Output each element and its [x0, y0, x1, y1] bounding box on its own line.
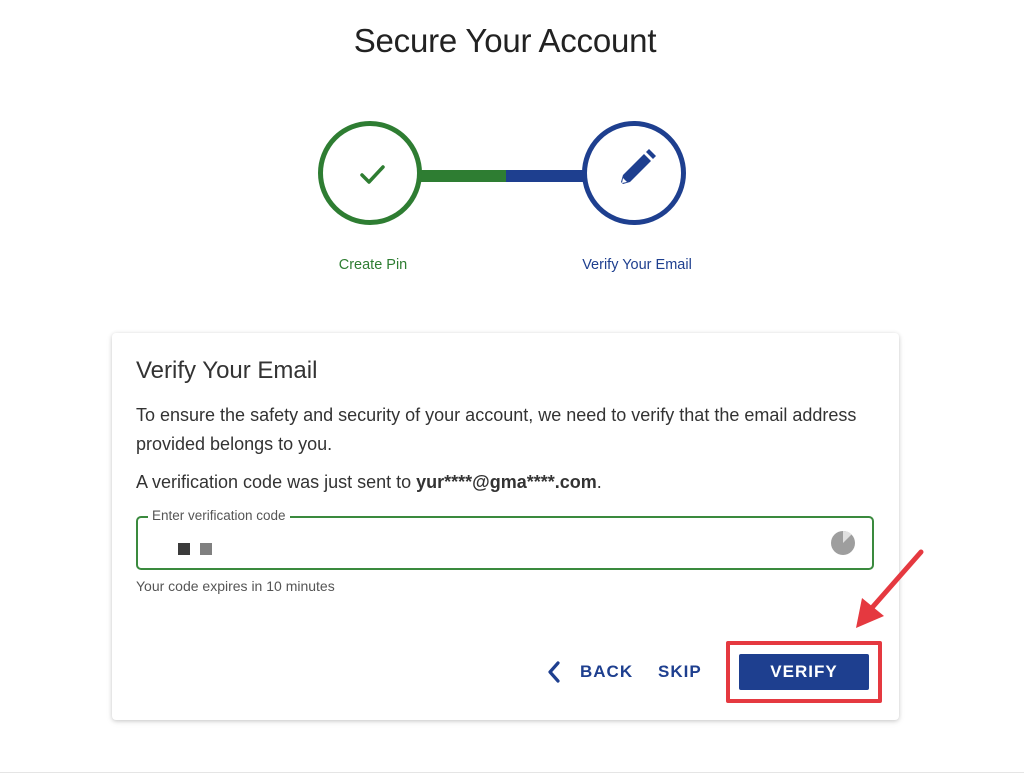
pencil-icon [621, 149, 656, 184]
card-title: Verify Your Email [136, 357, 318, 384]
masked-email: yur****@gma****.com [416, 472, 597, 492]
step-create-pin [318, 121, 422, 225]
verify-highlight-box: VERIFY [726, 641, 882, 703]
verification-code-input[interactable] [178, 542, 222, 555]
verify-button[interactable]: VERIFY [739, 654, 869, 690]
back-button-label: BACK [580, 662, 634, 681]
step-label-create-pin: Create Pin [338, 257, 408, 273]
code-sent-message: A verification code was just sent to yur… [136, 472, 602, 493]
skip-button[interactable]: SKIP [658, 657, 702, 687]
annotation-arrow-icon [856, 549, 924, 628]
checkmark-icon [360, 165, 385, 184]
code-sent-suffix: . [596, 472, 602, 492]
back-button[interactable]: BACK [546, 657, 633, 687]
code-sent-prefix: A verification code was just sent to [136, 472, 417, 492]
verification-code-label: Enter verification code [148, 508, 290, 523]
verify-email-card: Verify Your Email To ensure the safety a… [112, 333, 899, 720]
step-connector-completed [421, 170, 506, 182]
bottom-divider [0, 772, 1024, 773]
verification-code-field[interactable]: Enter verification code [136, 508, 874, 570]
code-expiry-hint: Your code expires in 10 minutes [136, 578, 335, 594]
code-digit-mask [200, 543, 212, 555]
card-description: To ensure the safety and security of you… [136, 405, 857, 454]
step-verify-email [582, 121, 686, 225]
step-connector-active [506, 170, 584, 182]
chevron-left-icon [548, 661, 560, 683]
step-label-verify-email: Verify Your Email [582, 257, 692, 273]
progress-stepper: Create Pin Verify Your Email [0, 0, 1024, 300]
code-digit-mask [178, 543, 190, 555]
